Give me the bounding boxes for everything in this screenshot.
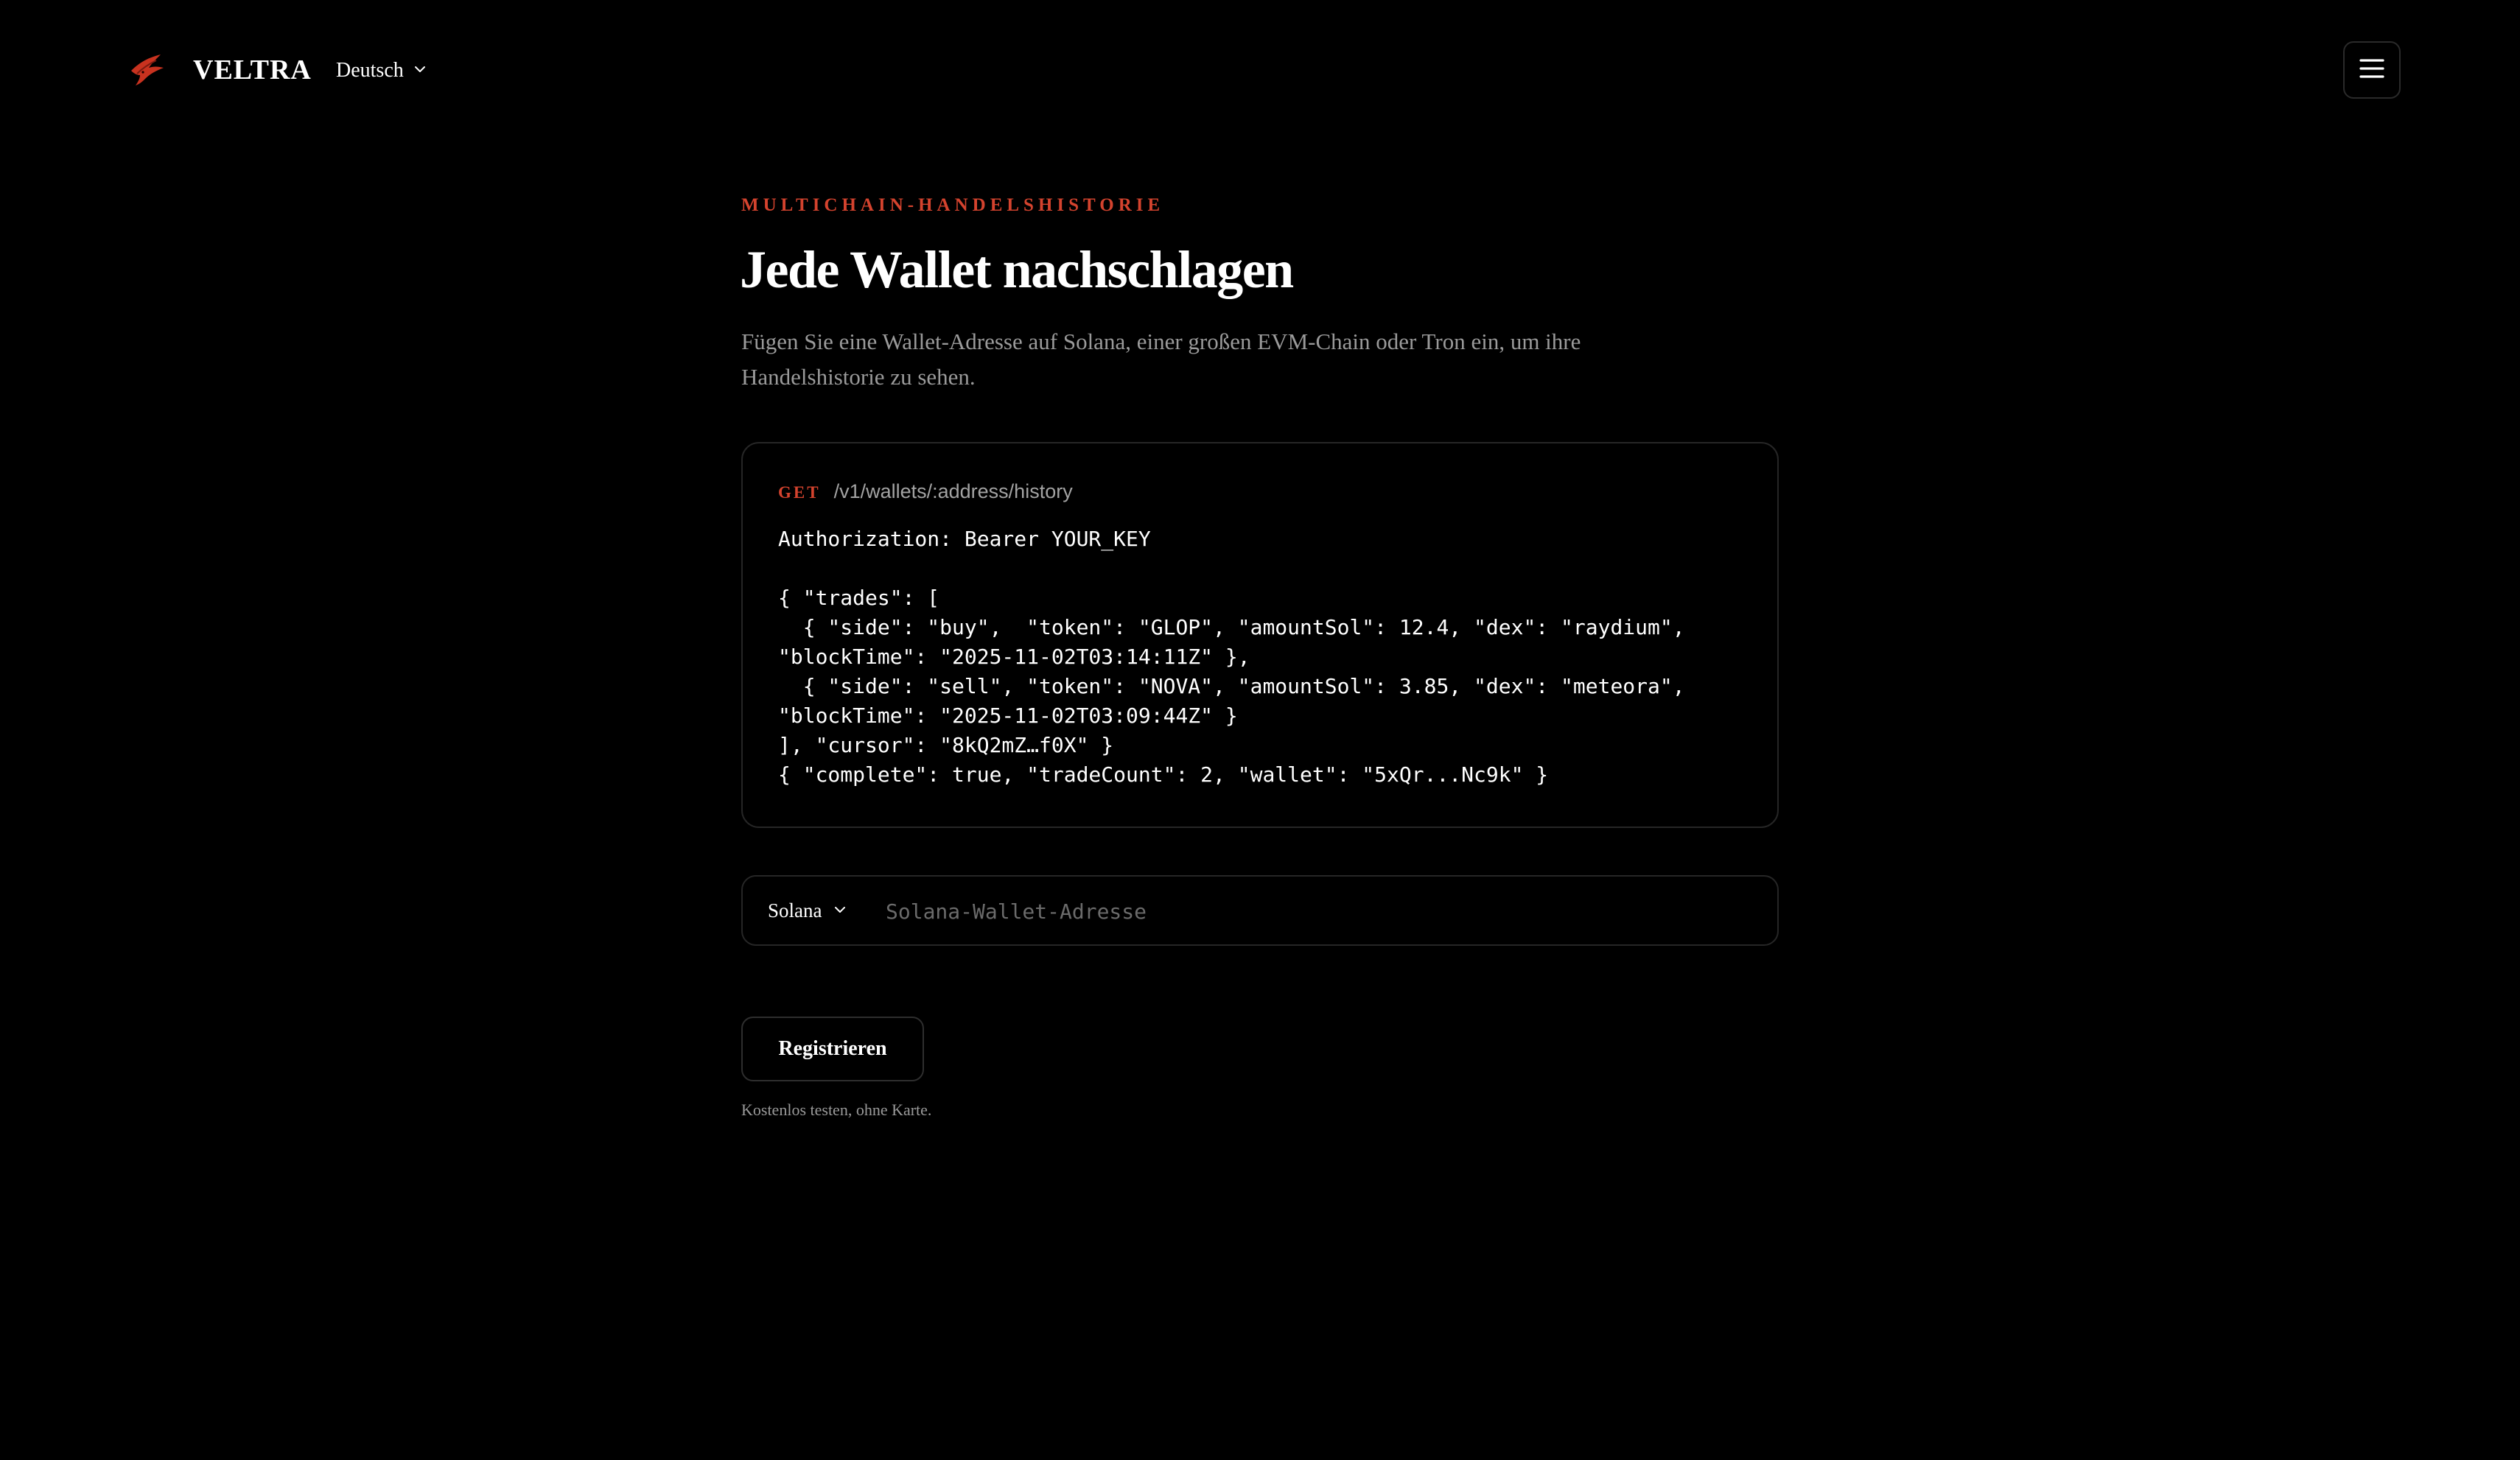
page-subtitle: Fügen Sie eine Wallet-Adresse auf Solana… [741,329,1581,390]
site-header: VELTRA Deutsch [0,0,2520,140]
chain-selector[interactable]: Solana [768,877,847,944]
section-eyebrow: MULTICHAIN-HANDELSHISTORIE [741,195,1165,215]
wallet-address-input[interactable] [884,887,1757,936]
chevron-down-icon [833,899,847,922]
api-response-code: Authorization: Bearer YOUR_KEY { "trades… [778,527,1685,787]
language-selector[interactable]: Deutsch [336,55,427,87]
bird-logo-icon[interactable] [127,49,168,90]
wallet-search-field: Solana [741,875,1779,946]
brand-name[interactable]: VELTRA [193,52,312,88]
menu-button[interactable] [2343,41,2401,99]
chain-selector-label: Solana [768,899,822,922]
api-endpoint: GET /v1/wallets/:address/history [778,480,1073,503]
page-title: Jede Wallet nachschlagen [740,240,1294,299]
trial-note: Kostenlos testen, ohne Karte. [741,1101,932,1119]
language-label: Deutsch [336,59,404,82]
hamburger-menu-icon [2358,55,2386,86]
api-example-card: GET /v1/wallets/:address/history Authori… [741,442,1779,828]
http-method-badge: GET [778,483,821,502]
api-path: /v1/wallets/:address/history [833,480,1073,502]
register-button[interactable]: Registrieren [741,1017,924,1081]
chevron-down-icon [413,59,427,83]
